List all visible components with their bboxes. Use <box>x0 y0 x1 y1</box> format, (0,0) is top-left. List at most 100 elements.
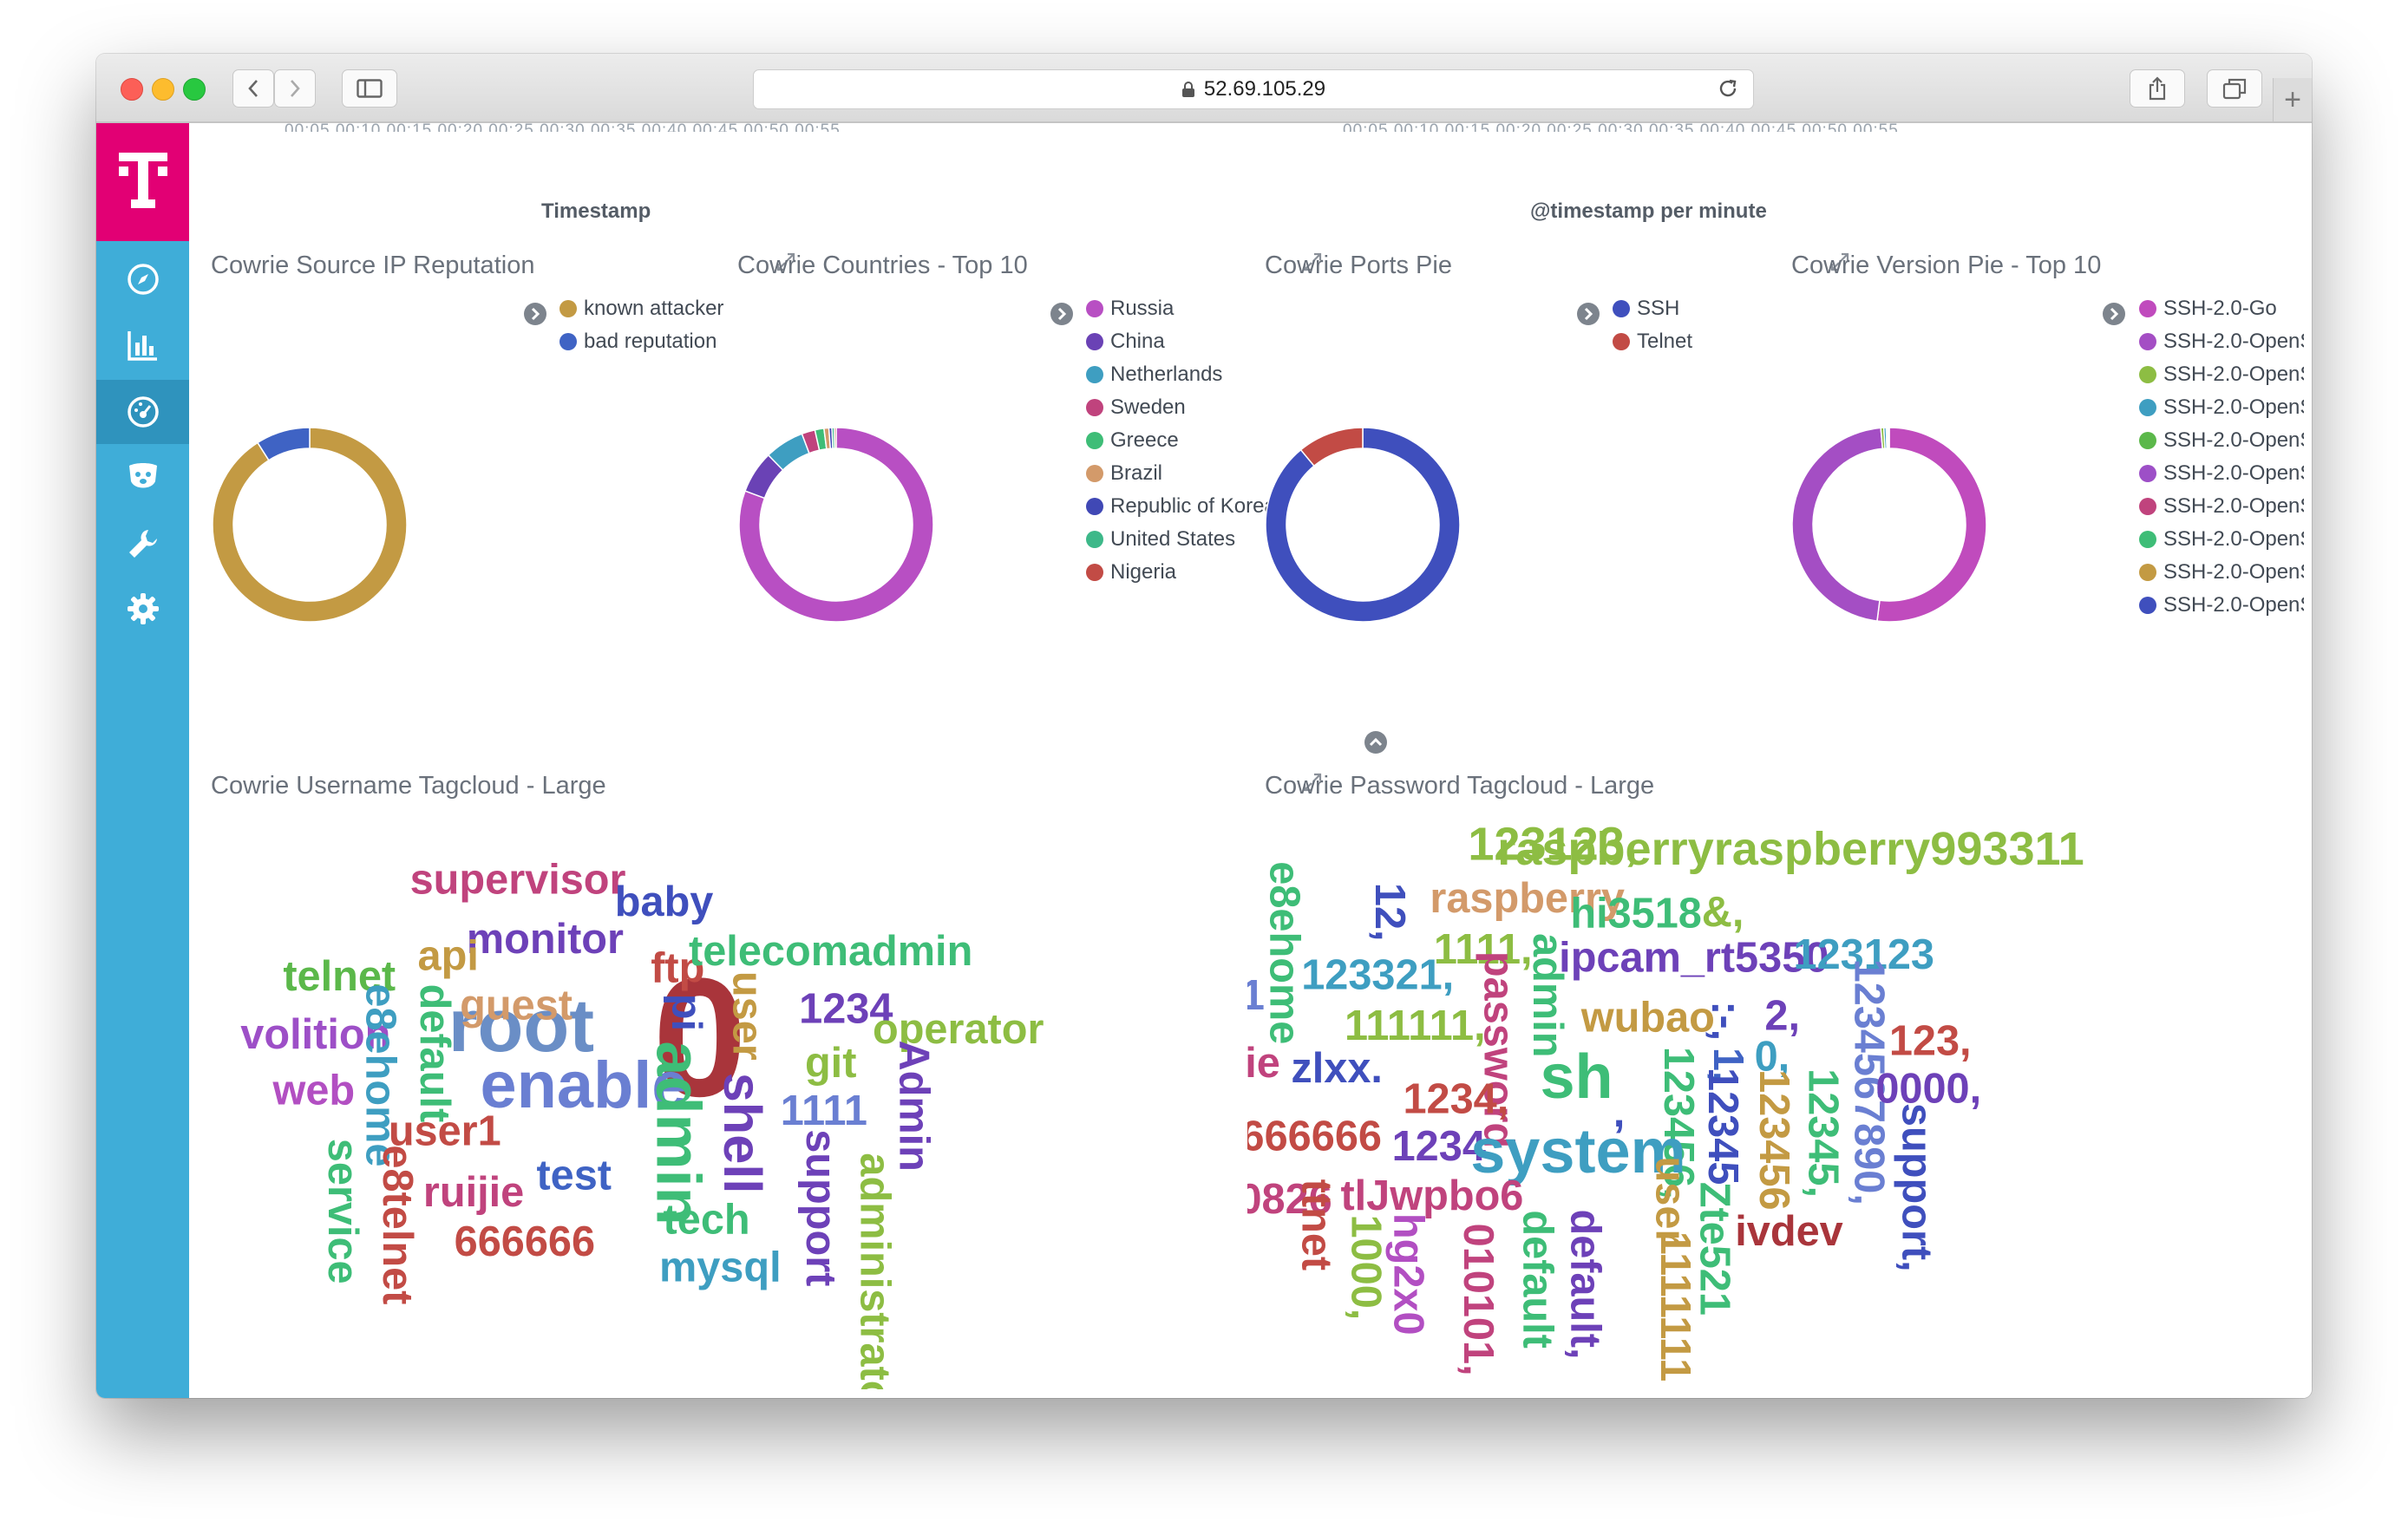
tag-word[interactable]: guest <box>460 983 573 1029</box>
tag-word[interactable]: 1234, <box>1403 1075 1508 1122</box>
legend-item[interactable]: Nigeria <box>1086 556 1276 589</box>
tag-word[interactable]: 1000, <box>1342 1214 1389 1320</box>
donut-slice-ssh[interactable] <box>1265 427 1461 623</box>
tag-word[interactable]: 1111 <box>1247 972 1265 1019</box>
legend-item[interactable]: Sweden <box>1086 391 1276 424</box>
tabs-overview-button[interactable] <box>2207 69 2262 108</box>
tag-word[interactable]: :-, <box>1703 1001 1750 1041</box>
tag-word[interactable]: wubao <box>1580 994 1715 1041</box>
tag-word[interactable]: hi3518 <box>1570 891 1702 937</box>
donut-slice-telnet[interactable] <box>1299 427 1364 467</box>
chevron-right-icon[interactable] <box>2102 302 2126 326</box>
tag-word[interactable]: default, <box>1561 1209 1608 1359</box>
chevron-up-icon[interactable] <box>1364 730 1388 754</box>
legend-item[interactable]: United States <box>1086 523 1276 556</box>
chevron-right-icon[interactable] <box>523 302 547 326</box>
tag-word[interactable]: 111111, <box>1345 1003 1486 1049</box>
tag-word[interactable]: monitor <box>467 916 624 963</box>
tag-word[interactable]: default <box>1514 1210 1561 1349</box>
close-window-button[interactable] <box>121 78 143 101</box>
legend-item[interactable]: known attacker <box>559 292 723 325</box>
donut-slice-ssh-2-0-go[interactable] <box>1876 427 1987 623</box>
fullscreen-window-button[interactable] <box>183 78 206 101</box>
tag-word[interactable]: Admin <box>891 1040 938 1171</box>
nav-discover[interactable] <box>96 247 189 311</box>
tag-word[interactable]: sh <box>1540 1042 1613 1112</box>
tag-word[interactable]: 12, <box>1366 883 1413 942</box>
legend-item[interactable]: SSH-2.0-OpenSSH_0O... <box>2139 490 2304 523</box>
nav-dashboard[interactable] <box>96 380 189 444</box>
tag-word[interactable]: hg2x0 <box>1384 1213 1431 1336</box>
donut-slice-bad-reputation[interactable] <box>256 427 311 461</box>
tag-word[interactable]: ruijie <box>423 1169 524 1216</box>
tag-word[interactable]: mysql <box>659 1244 782 1290</box>
address-bar[interactable]: 52.69.105.29 <box>753 69 1754 109</box>
tag-word[interactable]: 010101, <box>1455 1224 1502 1376</box>
tag-word[interactable]: tech <box>664 1197 750 1244</box>
tag-word[interactable]: e8telnet <box>374 1145 421 1304</box>
back-button[interactable] <box>232 69 274 108</box>
tag-word[interactable]: supervisor <box>410 857 626 904</box>
legend-item[interactable]: SSH-2.0-OpenSSH_7.3 <box>2139 325 2304 358</box>
tag-word[interactable]: api <box>418 933 479 980</box>
legend-item[interactable]: Republic of Korea <box>1086 490 1276 523</box>
legend-item[interactable]: SSH-2.0-OpenSSH_1+... <box>2139 556 2304 589</box>
tag-word[interactable]: ruijie <box>1247 1040 1280 1087</box>
tag-word[interactable]: support <box>797 1129 844 1286</box>
legend-item[interactable]: SSH-2.0-OpenSSH_0S... <box>2139 523 2304 556</box>
tag-word[interactable]: baby <box>615 879 714 925</box>
telekom-logo-icon[interactable] <box>96 123 189 241</box>
tag-word[interactable]: pi <box>663 994 710 1031</box>
tag-word[interactable]: ipcam_rt5350 <box>1559 935 1829 982</box>
new-tab-button[interactable]: + <box>2273 78 2312 121</box>
tag-word[interactable]: 1111111 <box>1652 1231 1698 1382</box>
tag-word[interactable]: 2, <box>1764 992 1800 1039</box>
legend-item[interactable]: Brazil <box>1086 457 1276 490</box>
nav-devtools[interactable] <box>96 512 189 576</box>
legend-item[interactable]: SSH <box>1613 292 1692 325</box>
legend-item[interactable]: Greece <box>1086 424 1276 457</box>
reload-icon[interactable] <box>1717 77 1739 106</box>
legend-item[interactable]: SSH-2.0-OpenSSH_6.... <box>2139 358 2304 391</box>
tag-word[interactable]: git <box>805 1040 856 1087</box>
tag-word[interactable]: user <box>724 971 771 1061</box>
tag-word[interactable]: 666666 <box>455 1218 595 1265</box>
tag-word[interactable]: default <box>411 984 458 1123</box>
donut-slice-ssh-2-0-openssh-7-3[interactable] <box>1791 427 1884 622</box>
tag-word[interactable]: telecomadmin <box>689 928 972 975</box>
tag-word[interactable]: 1111 <box>781 1088 867 1134</box>
minimize-window-button[interactable] <box>152 78 174 101</box>
tag-word[interactable]: zlxx. <box>1291 1045 1383 1092</box>
tag-word[interactable]: ivdev <box>1735 1208 1842 1255</box>
legend-item[interactable]: SSH-2.0-Go <box>2139 292 2304 325</box>
legend-item[interactable]: SSH-2.0-OpenSSH_6.... <box>2139 391 2304 424</box>
legend-item[interactable]: Telnet <box>1613 325 1692 358</box>
tag-word[interactable]: 123321, <box>1301 951 1454 998</box>
nav-visualize[interactable] <box>96 313 189 377</box>
chevron-right-icon[interactable] <box>1576 302 1600 326</box>
tag-word[interactable]: 12345, <box>1800 1068 1847 1198</box>
legend-item[interactable]: China <box>1086 325 1276 358</box>
nav-timelion[interactable] <box>96 446 189 510</box>
legend-item[interactable]: SSH-2.0-OpenSSH_1k... <box>2139 589 2304 622</box>
tag-word[interactable]: administrator <box>852 1153 899 1389</box>
tag-word[interactable]: 123, <box>1889 1018 1972 1065</box>
tag-word[interactable]: web <box>272 1068 356 1114</box>
tag-word[interactable]: 666666 <box>1247 1113 1382 1159</box>
forward-button[interactable] <box>274 69 316 108</box>
tag-word[interactable]: 12345 <box>1699 1068 1746 1185</box>
legend-item[interactable]: Netherlands <box>1086 358 1276 391</box>
sidebar-toggle-button[interactable] <box>342 69 397 108</box>
tag-word[interactable]: shell <box>713 1073 772 1194</box>
nav-management[interactable] <box>96 577 189 641</box>
tag-word[interactable]: ttnet <box>1293 1179 1340 1270</box>
legend-item[interactable]: Russia <box>1086 292 1276 325</box>
share-button[interactable] <box>2130 69 2185 108</box>
legend-item[interactable]: bad reputation <box>559 325 723 358</box>
chevron-right-icon[interactable] <box>1050 302 1074 326</box>
tag-word[interactable]: &, <box>1702 889 1744 936</box>
tag-word[interactable]: raspberryraspberry993311 <box>1497 823 2084 875</box>
tag-word[interactable]: service <box>319 1139 366 1284</box>
tag-word[interactable]: test <box>536 1153 612 1199</box>
tag-word[interactable]: 123456 <box>1750 1069 1797 1210</box>
